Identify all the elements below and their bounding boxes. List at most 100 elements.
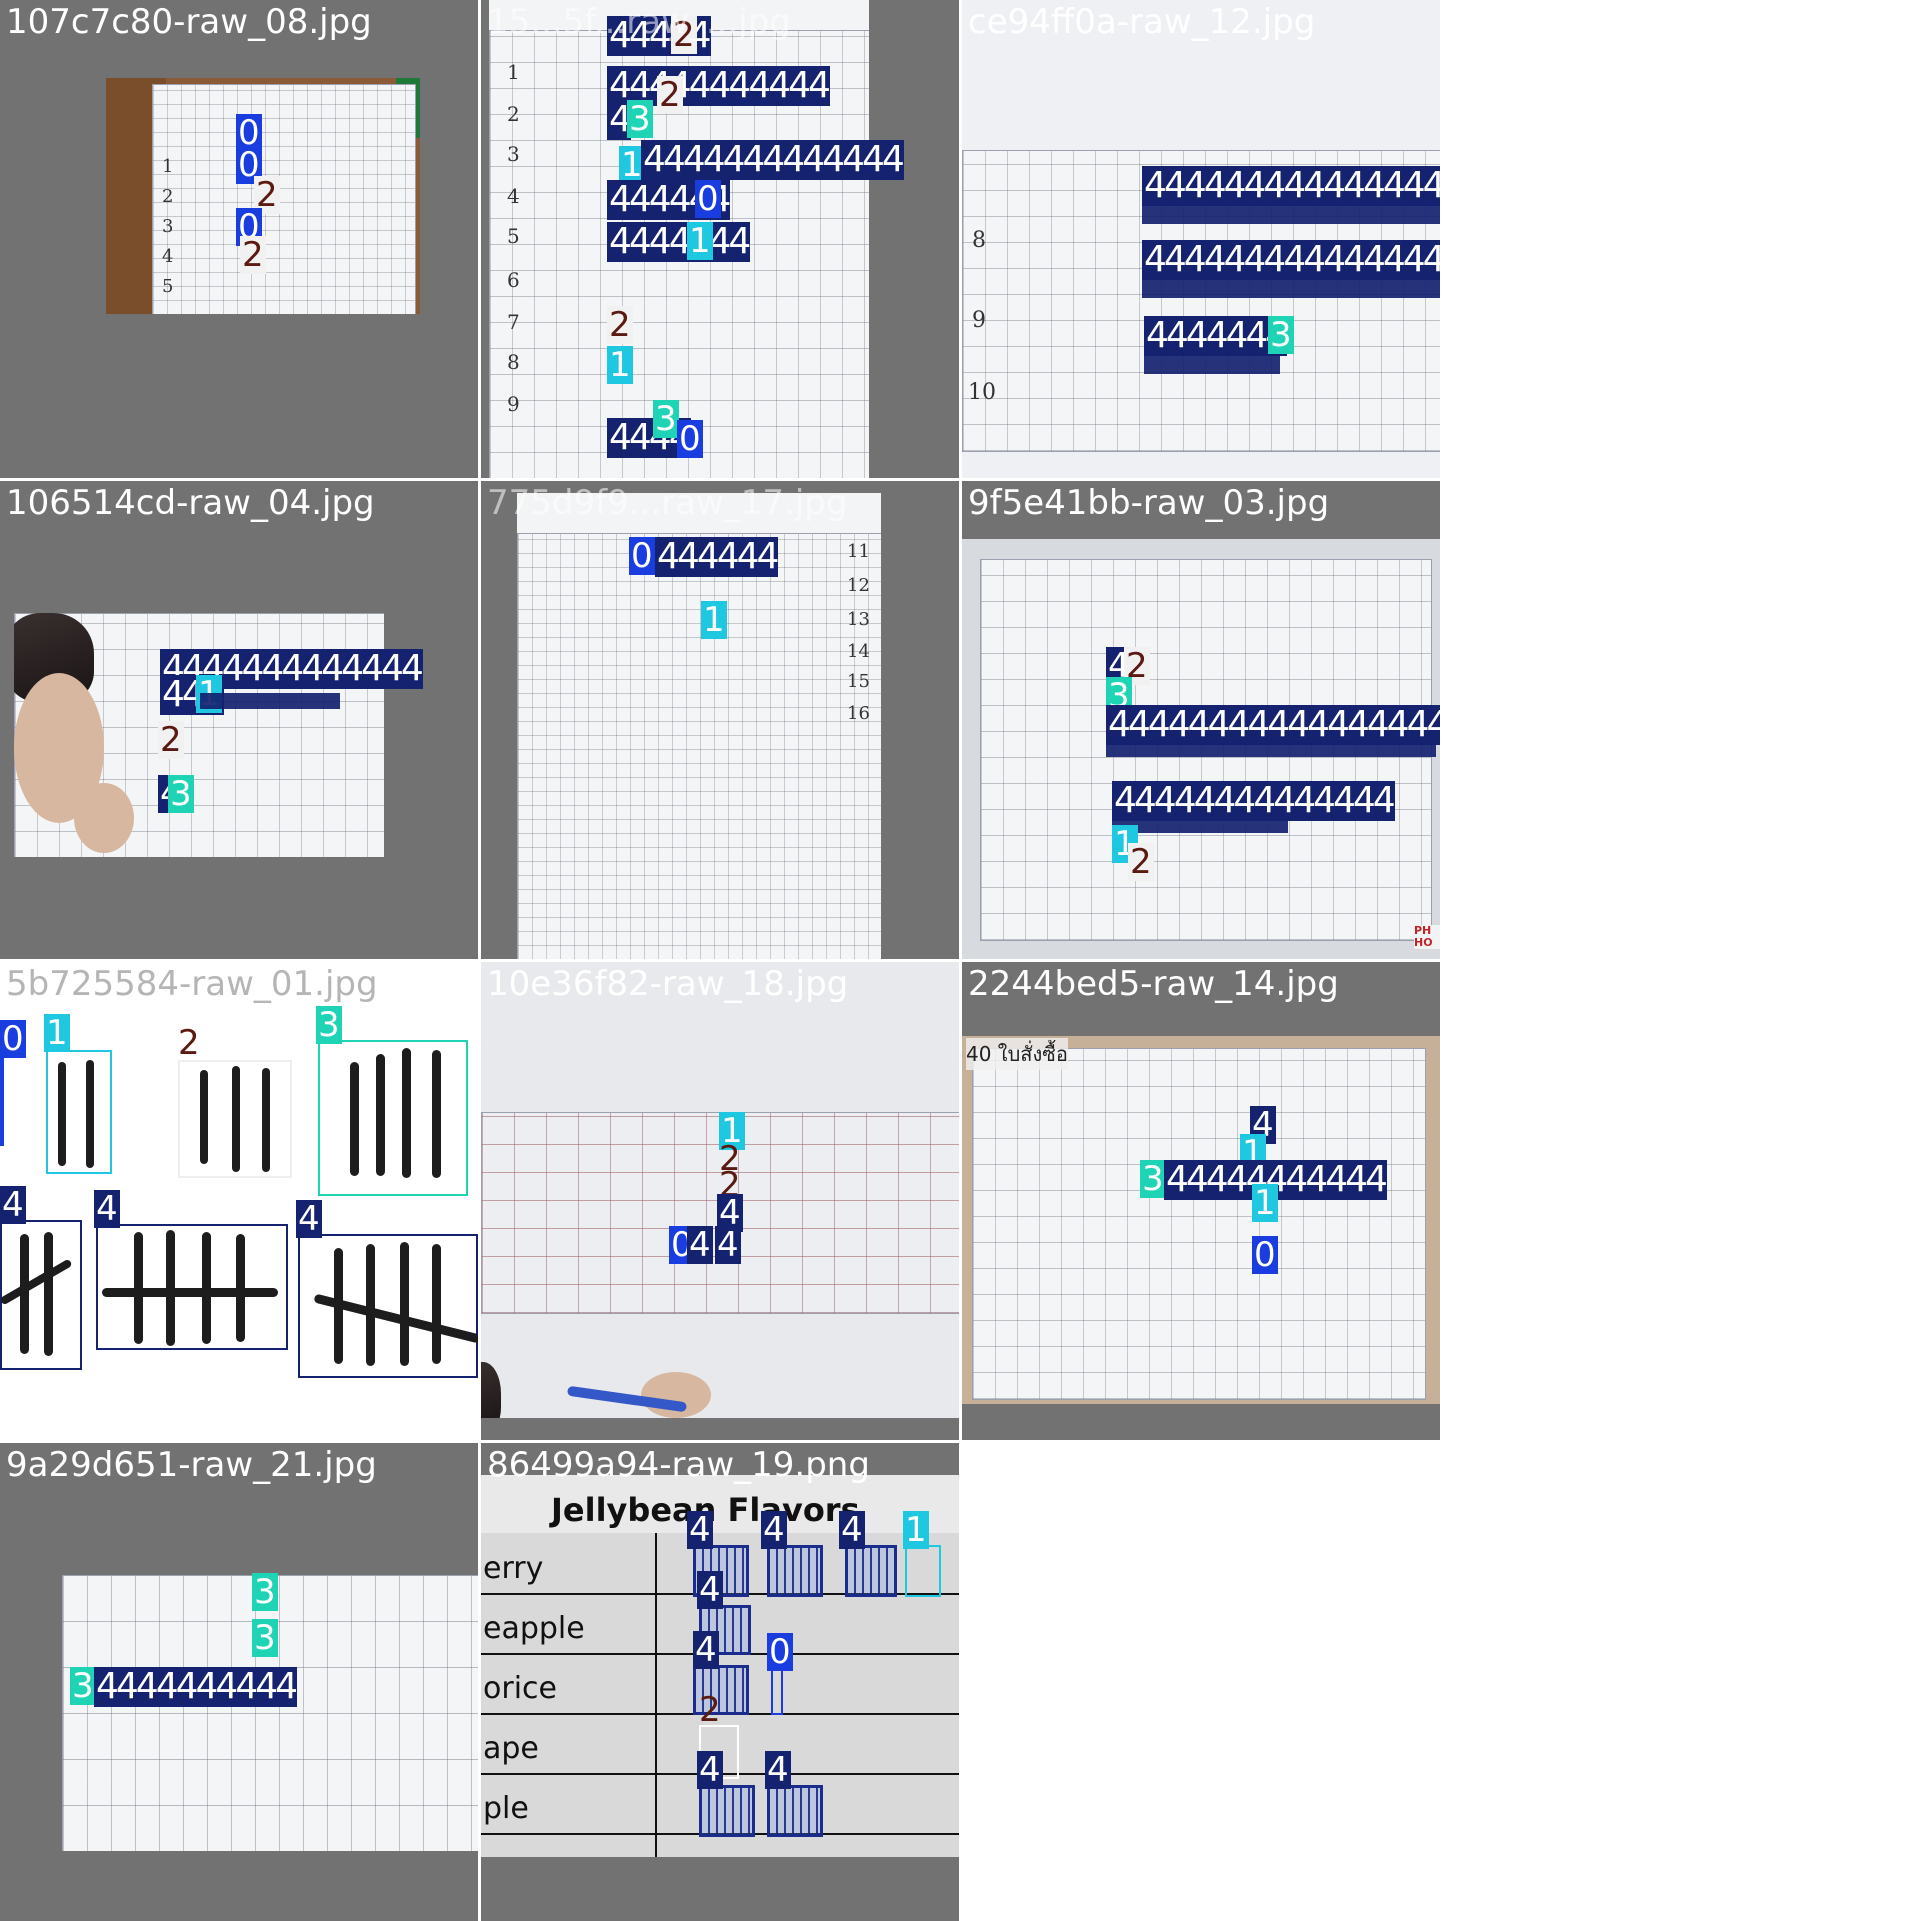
detection-label: 4 [697, 1750, 723, 1790]
detection-label: 0 [629, 536, 655, 576]
detection-label: 3 [653, 399, 679, 439]
detection-box [96, 1224, 288, 1350]
mosaic-tile-10: 9a29d651-raw_21.jpg 3 3 3 4444444444 [0, 1443, 478, 1921]
detection-label: 2 [158, 720, 184, 760]
corner-tag: 40 ใบสั่งซื้อ [966, 1038, 1068, 1070]
detection-label: 0 [0, 1019, 26, 1059]
row-label: ple [483, 1791, 529, 1826]
detection-box-row [1112, 819, 1288, 833]
tile-filename: 107c7c80-raw_08.jpg [6, 2, 372, 42]
tally-stroke [366, 1244, 375, 1366]
mosaic-tile-1: 107c7c80-raw_08.jpg 1 2 3 4 5 0 0 2 0 2 [0, 0, 478, 478]
detection-label-run: 4444444444444 [641, 139, 905, 180]
detection-label: 2 [1128, 842, 1154, 882]
detection-label: 1 [687, 221, 713, 261]
detection-label: 3 [1140, 1159, 1166, 1199]
mosaic-tile-7: 5b725584-raw_01.jpg 0 1 2 3 4 4 4 [0, 962, 478, 1440]
detection-box-row [1144, 354, 1280, 374]
mosaic-tile-4: 106514cd-raw_04.jpg 4444444444444 444 1 … [0, 481, 478, 959]
detection-box [845, 1545, 897, 1597]
detection-box [771, 1665, 783, 1715]
detection-label: 4 [765, 1750, 791, 1790]
tile-filename: 775d9f9...raw_17.jpg [487, 483, 848, 523]
detection-box [298, 1234, 478, 1378]
mosaic-tile-11: 86499a94-raw_19.png Jellybean Flavors er… [481, 1443, 959, 1921]
row-number: 9 [507, 392, 520, 416]
detection-label: 4 [687, 1225, 713, 1265]
tally-stroke [432, 1244, 441, 1364]
row-label: orice [483, 1671, 557, 1706]
corner-watermark: PH HO [1414, 925, 1440, 949]
detection-label: 4 [296, 1199, 322, 1239]
row-number: 4 [507, 184, 520, 208]
tile-filename: 86499a94-raw_19.png [487, 1445, 870, 1485]
tally-stroke [44, 1232, 53, 1356]
detection-label: 1 [607, 345, 633, 385]
detection-label: 2 [607, 305, 633, 345]
row-number: 14 [847, 641, 870, 662]
tile-filename: 9f5e41bb-raw_03.jpg [968, 483, 1330, 523]
row-number: 5 [507, 224, 520, 248]
detection-label: 1 [44, 1013, 70, 1053]
tally-stroke [432, 1050, 441, 1178]
detection-label: 4 [761, 1510, 787, 1550]
row-number: 1 [507, 60, 520, 84]
row-label: erry [483, 1551, 544, 1586]
tally-stroke [402, 1048, 411, 1178]
detection-label: 0 [695, 179, 721, 219]
detection-box [767, 1545, 823, 1597]
tile-photo [62, 1575, 478, 1851]
detection-label: 3 [70, 1666, 96, 1706]
detection-box [318, 1040, 468, 1196]
detection-label-run: 444444 [655, 536, 779, 577]
detection-label: 0 [1252, 1235, 1278, 1275]
tile-filename: 10e36f82-raw_18.jpg [487, 964, 849, 1004]
detection-label: 2 [699, 1690, 721, 1730]
row-number: 1 [162, 156, 174, 177]
detection-label: 0 [677, 419, 703, 459]
tile-photo [962, 1036, 1440, 1404]
detection-label: 4 [839, 1510, 865, 1550]
row-number: 3 [507, 142, 520, 166]
row-number: 2 [162, 186, 174, 207]
tile-filename: 5b725584-raw_01.jpg [6, 964, 378, 1004]
detection-label-run: 4444444 [1144, 315, 1288, 356]
row-number: 8 [972, 228, 986, 253]
detection-box [699, 1785, 755, 1837]
detection-box [46, 1050, 112, 1174]
tile-filename: 9a29d651-raw_21.jpg [6, 1445, 377, 1485]
row-number: 7 [507, 310, 520, 334]
detection-box-row [1106, 743, 1436, 757]
mosaic-tile-8: 10e36f82-raw_18.jpg 1 2 2 4 0 4 4 [481, 962, 959, 1440]
detection-box-row [1142, 278, 1440, 298]
row-number: 2 [507, 102, 520, 126]
detection-label-run: 4444444444 [94, 1666, 298, 1707]
detection-label-run: 4444444444444444444 [1142, 240, 1440, 280]
detection-label: 4 [94, 1189, 120, 1229]
detection-label: 1 [701, 600, 727, 640]
tile-filename: 2244bed5-raw_14.jpg [968, 964, 1339, 1004]
detection-label: 4 [0, 1185, 26, 1225]
row-number: 11 [847, 541, 870, 562]
tally-stroke [400, 1242, 409, 1366]
tile-filename: 106514cd-raw_04.jpg [6, 483, 375, 523]
tile-filename: 15...5f...raw_...jpg [487, 2, 791, 42]
detection-label: 4 [687, 1510, 713, 1550]
hand-photo [641, 1372, 711, 1418]
detection-label: 4 [697, 1570, 723, 1610]
detection-box-row [1142, 204, 1440, 224]
detection-label: 2 [178, 1023, 200, 1063]
row-number: 9 [972, 308, 986, 333]
tally-stroke [86, 1060, 94, 1168]
row-number: 10 [968, 380, 996, 405]
detection-label-run: 4444444 [607, 221, 751, 262]
tally-stroke [232, 1066, 240, 1172]
detection-box [905, 1545, 941, 1597]
row-number: 16 [847, 703, 870, 724]
row-number: 3 [162, 216, 174, 237]
detection-label: 2 [240, 235, 266, 275]
detection-label: 4 [693, 1630, 719, 1670]
detection-label: 1 [1252, 1183, 1278, 1223]
mosaic-tile-9: 2244bed5-raw_14.jpg 40 ใบสั่งซื้อ 4 1 3 … [962, 962, 1440, 1440]
row-number: 15 [847, 671, 870, 692]
